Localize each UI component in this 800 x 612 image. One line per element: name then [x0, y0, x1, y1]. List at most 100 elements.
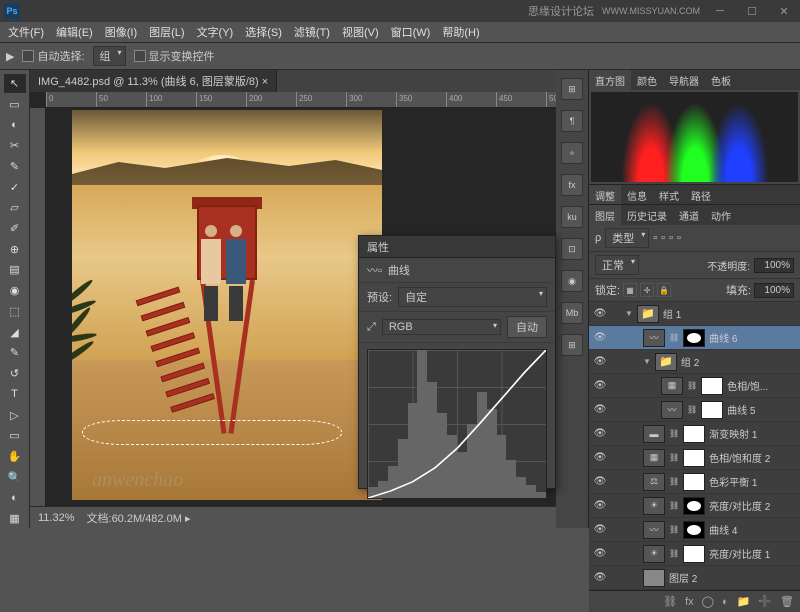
show-controls-checkbox[interactable] — [134, 50, 146, 62]
tool-5[interactable]: ✓ — [4, 178, 26, 197]
visibility-toggle[interactable]: 👁 — [593, 572, 607, 583]
tool-18[interactable]: ✋ — [4, 447, 26, 466]
channel-dropdown[interactable]: RGB — [382, 319, 501, 335]
tool-10[interactable]: ◉ — [4, 281, 26, 300]
layer-row[interactable]: 👁▼📁组 1 — [589, 302, 800, 326]
link-layers-icon[interactable]: ⛓ — [663, 595, 677, 608]
tool-14[interactable]: ↺ — [4, 364, 26, 383]
menu-layer[interactable]: 图层(L) — [143, 22, 190, 42]
menu-window[interactable]: 窗口(W) — [385, 22, 437, 42]
tab-adjustments[interactable]: 调整 — [589, 185, 621, 204]
zoom-value[interactable]: 11.32% — [38, 512, 75, 524]
layer-row[interactable]: 👁☀⛓亮度/对比度 2 — [589, 494, 800, 518]
tool-12[interactable]: ◢ — [4, 323, 26, 342]
layer-row[interactable]: 👁〰⛓曲线 5 — [589, 398, 800, 422]
dock-icon-6[interactable]: ◉ — [561, 270, 583, 292]
tab-swatches[interactable]: 色板 — [705, 70, 737, 90]
layer-kind-filter[interactable]: 类型 — [605, 228, 649, 248]
tool-7[interactable]: ✐ — [4, 219, 26, 238]
tab-color[interactable]: 颜色 — [631, 70, 663, 90]
visibility-toggle[interactable]: 👁 — [593, 332, 607, 343]
tool-6[interactable]: ▱ — [4, 198, 26, 217]
auto-select-dropdown[interactable]: 组 — [93, 46, 126, 66]
tool-15[interactable]: T — [4, 385, 26, 404]
filter-icon[interactable]: ▫ — [653, 232, 657, 244]
dock-icon-7[interactable]: Mb — [561, 302, 583, 324]
canvas[interactable]: anwenchao — [72, 110, 382, 500]
visibility-toggle[interactable]: 👁 — [593, 308, 607, 319]
eyedropper-icon[interactable]: ⤢ — [367, 321, 376, 334]
dock-icon-5[interactable]: ⊡ — [561, 238, 583, 260]
visibility-toggle[interactable]: 👁 — [593, 500, 607, 511]
curves-graph[interactable] — [367, 349, 547, 499]
dock-icon-8[interactable]: ⊞ — [561, 334, 583, 356]
tool-19[interactable]: 🔍 — [4, 468, 26, 487]
visibility-toggle[interactable]: 👁 — [593, 452, 607, 463]
layer-row[interactable]: 👁▼📁组 2 — [589, 350, 800, 374]
dock-icon-2[interactable]: ⚬ — [561, 142, 583, 164]
tool-17[interactable]: ▭ — [4, 426, 26, 445]
menu-select[interactable]: 选择(S) — [239, 22, 288, 42]
lock-position-icon[interactable]: ✢ — [640, 283, 654, 297]
tab-styles[interactable]: 样式 — [653, 185, 685, 204]
layer-row[interactable]: 👁⚖⛓色彩平衡 1 — [589, 470, 800, 494]
visibility-toggle[interactable]: 👁 — [593, 380, 607, 391]
layer-row[interactable]: 👁▬⛓渐变映射 1 — [589, 422, 800, 446]
layers-list[interactable]: 👁▼📁组 1👁〰⛓曲线 6👁▼📁组 2👁▦⛓色相/饱...👁〰⛓曲线 5👁▬⛓渐… — [589, 302, 800, 590]
tool-20[interactable]: ◐ — [4, 489, 26, 508]
new-adjustment-icon[interactable]: ◐ — [722, 596, 729, 608]
tab-actions[interactable]: 动作 — [705, 205, 737, 225]
tool-8[interactable]: ⊕ — [4, 240, 26, 259]
layer-mask-icon[interactable]: ◯ — [702, 595, 714, 608]
layer-row[interactable]: 👁图层 2 — [589, 566, 800, 590]
dock-icon-1[interactable]: ¶ — [561, 110, 583, 132]
tab-paths[interactable]: 路径 — [685, 185, 717, 204]
delete-layer-icon[interactable]: 🗑 — [780, 595, 794, 608]
tab-layers[interactable]: 图层 — [589, 205, 621, 225]
tool-2[interactable]: ◐ — [4, 115, 26, 134]
tab-history[interactable]: 历史记录 — [621, 205, 673, 225]
menu-edit[interactable]: 编辑(E) — [50, 22, 99, 42]
visibility-toggle[interactable]: 👁 — [593, 404, 607, 415]
maximize-button[interactable]: ☐ — [740, 4, 764, 18]
tool-11[interactable]: ⬚ — [4, 302, 26, 321]
dock-icon-4[interactable]: ku — [561, 206, 583, 228]
tool-0[interactable]: ↖ — [4, 74, 26, 93]
opacity-input[interactable]: 100% — [754, 258, 794, 273]
tool-9[interactable]: ▤ — [4, 261, 26, 280]
visibility-toggle[interactable]: 👁 — [593, 524, 607, 535]
auto-select-checkbox[interactable] — [22, 50, 34, 62]
layer-row[interactable]: 👁▦⛓色相/饱... — [589, 374, 800, 398]
close-button[interactable]: ✕ — [772, 4, 796, 18]
tab-navigator[interactable]: 导航器 — [663, 70, 705, 90]
tab-info[interactable]: 信息 — [621, 185, 653, 204]
layer-fx-icon[interactable]: fx — [685, 596, 694, 608]
visibility-toggle[interactable]: 👁 — [593, 548, 607, 559]
tab-channels[interactable]: 通道 — [673, 205, 705, 225]
layer-row[interactable]: 👁〰⛓曲线 4 — [589, 518, 800, 542]
layer-row[interactable]: 👁☀⛓亮度/对比度 1 — [589, 542, 800, 566]
layer-row[interactable]: 👁〰⛓曲线 6 — [589, 326, 800, 350]
menu-view[interactable]: 视图(V) — [336, 22, 385, 42]
tool-21[interactable]: ▦ — [4, 509, 26, 528]
menu-file[interactable]: 文件(F) — [2, 22, 50, 42]
lock-all-icon[interactable]: 🔒 — [657, 283, 671, 297]
blend-mode-dropdown[interactable]: 正常 — [595, 255, 639, 275]
menu-image[interactable]: 图像(I) — [99, 22, 143, 42]
tool-1[interactable]: ▭ — [4, 95, 26, 114]
tool-4[interactable]: ✎ — [4, 157, 26, 176]
visibility-toggle[interactable]: 👁 — [593, 428, 607, 439]
menu-filter[interactable]: 滤镜(T) — [288, 22, 336, 42]
properties-panel[interactable]: 属性 〰▫曲线 预设: 自定 ⤢ RGB 自动 — [358, 235, 556, 489]
tool-16[interactable]: ▷ — [4, 406, 26, 425]
fill-input[interactable]: 100% — [754, 283, 794, 298]
dock-icon-0[interactable]: ⊞ — [561, 78, 583, 100]
new-group-icon[interactable]: 📁 — [737, 595, 751, 608]
new-layer-icon[interactable]: ➕ — [758, 595, 772, 608]
tab-histogram[interactable]: 直方图 — [589, 70, 631, 90]
visibility-toggle[interactable]: 👁 — [593, 356, 607, 367]
visibility-toggle[interactable]: 👁 — [593, 476, 607, 487]
preset-dropdown[interactable]: 自定 — [398, 287, 547, 307]
auto-button[interactable]: 自动 — [507, 316, 547, 338]
lock-pixels-icon[interactable]: ▦ — [623, 283, 637, 297]
